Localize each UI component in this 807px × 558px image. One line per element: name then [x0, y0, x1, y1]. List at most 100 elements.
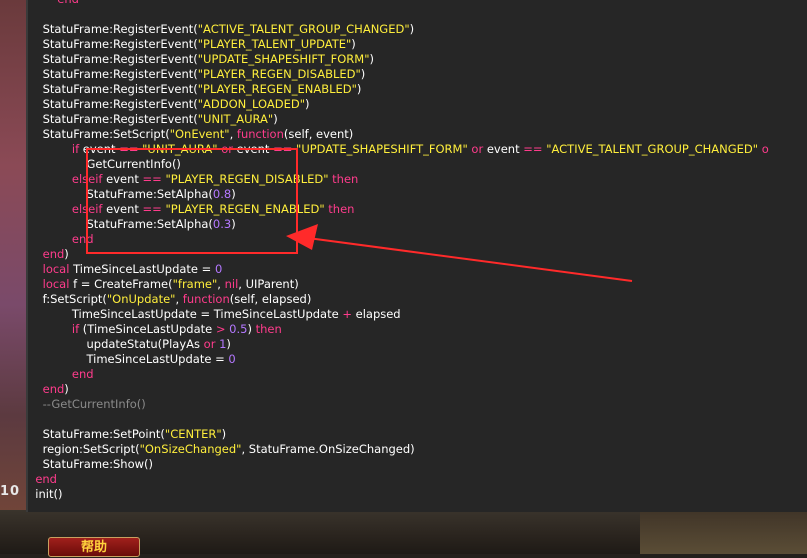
code-token: event	[79, 142, 120, 156]
code-line[interactable]: end	[28, 367, 769, 382]
code-token: then	[328, 202, 355, 216]
code-line[interactable]: end	[28, 0, 769, 7]
code-line[interactable]: end	[28, 232, 769, 247]
code-token: "OnUpdate"	[106, 292, 176, 306]
code-token: function	[182, 292, 230, 306]
code-token: 0	[214, 262, 223, 276]
code-token: )	[64, 382, 69, 396]
code-token: "ACTIVE_TALENT_GROUP_CHANGED"	[546, 142, 759, 156]
code-token: 0.3	[212, 217, 232, 231]
code-line[interactable]: init()	[28, 487, 769, 502]
code-line[interactable]: end)	[28, 247, 769, 262]
code-token: "UNIT_AURA"	[197, 112, 274, 126]
code-line[interactable]: elseif event == "PLAYER_REGEN_ENABLED" t…	[28, 202, 769, 217]
code-line[interactable]	[28, 412, 769, 427]
code-token: event	[233, 142, 274, 156]
code-token: )	[231, 217, 236, 231]
code-token: )	[273, 112, 278, 126]
code-line[interactable]: StatuFrame:RegisterEvent("PLAYER_REGEN_E…	[28, 82, 769, 97]
code-token: "OnEvent"	[169, 127, 230, 141]
code-line[interactable]: StatuFrame:RegisterEvent("PLAYER_TALENT_…	[28, 37, 769, 52]
code-token: TimeSinceLastUpdate = TimeSinceLastUpdat…	[28, 307, 343, 321]
code-line[interactable]: elseif event == "PLAYER_REGEN_DISABLED" …	[28, 172, 769, 187]
code-token: ==	[273, 142, 293, 156]
code-token: "UNIT_AURA"	[142, 142, 218, 156]
code-token: StatuFrame:RegisterEvent(	[28, 97, 198, 111]
code-line[interactable]: GetCurrentInfo()	[28, 157, 769, 172]
code-line[interactable]: if event == "UNIT_AURA" or event == "UPD…	[28, 142, 769, 157]
code-token: end	[71, 232, 94, 246]
code-line[interactable]: local f = CreateFrame("frame", nil, UIPa…	[28, 277, 769, 292]
code-token: o	[758, 142, 769, 156]
code-token: event	[102, 172, 143, 186]
code-line[interactable]: TimeSinceLastUpdate = 0	[28, 352, 769, 367]
code-editor[interactable]: end StatuFrame:RegisterEvent("ACTIVE_TAL…	[26, 0, 807, 512]
code-token: "frame"	[172, 277, 218, 291]
code-line[interactable]: StatuFrame:RegisterEvent("PLAYER_REGEN_D…	[28, 67, 769, 82]
code-token: elapsed	[351, 307, 401, 321]
code-line[interactable]: end	[28, 472, 769, 487]
code-token: then	[255, 322, 282, 336]
code-token: "ADDON_LOADED"	[197, 97, 306, 111]
side-number-text: 10	[0, 484, 21, 499]
code-line[interactable]: region:SetScript("OnSizeChanged", StatuF…	[28, 442, 769, 457]
code-line[interactable]: if (TimeSinceLastUpdate > 0.5) then	[28, 322, 769, 337]
code-token: ,	[229, 127, 237, 141]
code-token: StatuFrame:RegisterEvent(	[28, 82, 198, 96]
code-text-area[interactable]: end StatuFrame:RegisterEvent("ACTIVE_TAL…	[28, 0, 769, 502]
code-token: event	[483, 142, 524, 156]
code-token: (TimeSinceLastUpdate	[79, 322, 216, 336]
code-token: ,	[175, 292, 183, 306]
code-token: StatuFrame:SetPoint(	[28, 427, 165, 441]
code-token: local	[42, 277, 70, 291]
code-line[interactable]: StatuFrame:RegisterEvent("ACTIVE_TALENT_…	[28, 22, 769, 37]
code-line[interactable]: StatuFrame:SetPoint("CENTER")	[28, 427, 769, 442]
code-token: >	[215, 322, 226, 336]
code-token: elseif	[71, 202, 103, 216]
code-token: StatuFrame:RegisterEvent(	[28, 112, 198, 126]
code-line[interactable]: StatuFrame:SetAlpha(0.8)	[28, 187, 769, 202]
code-token: or	[221, 142, 234, 156]
code-line[interactable]: updateStatu(PlayAs or 1)	[28, 337, 769, 352]
code-token: )	[360, 67, 366, 81]
code-token: )	[369, 52, 375, 66]
code-line[interactable]: StatuFrame:Show()	[28, 457, 769, 472]
code-token: end	[42, 247, 65, 261]
code-token: StatuFrame:RegisterEvent(	[28, 37, 198, 51]
code-line[interactable]: local TimeSinceLastUpdate = 0	[28, 262, 769, 277]
code-line[interactable]: StatuFrame:RegisterEvent("ADDON_LOADED")	[28, 97, 769, 112]
code-token: "PLAYER_REGEN_ENABLED"	[197, 82, 357, 96]
code-line[interactable]: StatuFrame:RegisterEvent("UPDATE_SHAPESH…	[28, 52, 769, 67]
code-token: ==	[119, 142, 139, 156]
code-line[interactable]: StatuFrame:RegisterEvent("UNIT_AURA")	[28, 112, 769, 127]
code-line[interactable]: StatuFrame:SetScript("OnEvent", function…	[28, 127, 769, 142]
code-token: init()	[28, 487, 63, 501]
code-token: GetCurrentInfo()	[28, 157, 181, 171]
code-token: end	[57, 0, 79, 6]
code-token: StatuFrame:SetAlpha(	[28, 217, 213, 231]
code-line[interactable]: TimeSinceLastUpdate = TimeSinceLastUpdat…	[28, 307, 769, 322]
code-token: )	[221, 427, 227, 441]
code-line[interactable]: StatuFrame:SetAlpha(0.3)	[28, 217, 769, 232]
code-token: "CENTER"	[164, 427, 222, 441]
code-line[interactable]	[28, 7, 769, 22]
code-line[interactable]: f:SetScript("OnUpdate", function(self, e…	[28, 292, 769, 307]
code-token: end	[42, 382, 65, 396]
code-token: then	[332, 172, 359, 186]
code-line[interactable]: end)	[28, 382, 769, 397]
code-token: ==	[523, 142, 543, 156]
code-token: or	[203, 337, 216, 351]
help-button[interactable]: 帮助	[48, 537, 140, 557]
code-token: StatuFrame:SetAlpha(	[28, 187, 213, 201]
code-token: elseif	[71, 172, 103, 186]
code-line[interactable]: --GetCurrentInfo()	[28, 397, 769, 412]
code-token: region:SetScript(	[28, 442, 140, 456]
code-token: "OnSizeChanged"	[139, 442, 242, 456]
code-token: (self, event)	[283, 127, 354, 141]
code-token: 0.8	[212, 187, 232, 201]
